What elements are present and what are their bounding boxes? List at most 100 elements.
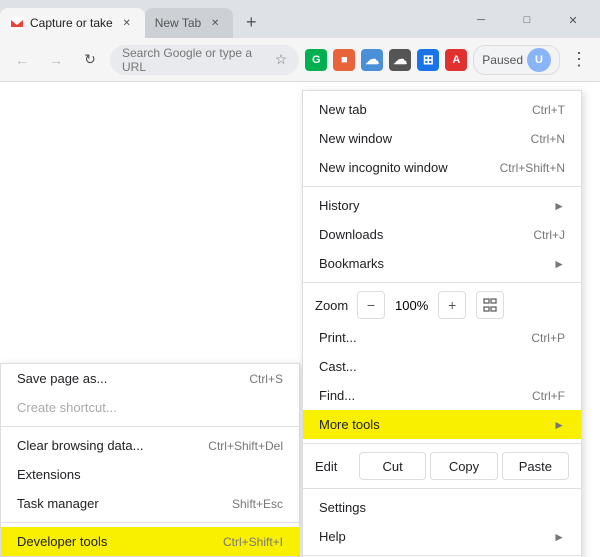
menu-cast[interactable]: Cast...	[303, 352, 581, 381]
help-label: Help	[319, 529, 346, 544]
menu-help[interactable]: Help ►	[303, 522, 581, 551]
zoom-in-button[interactable]: +	[438, 291, 466, 319]
new-incognito-shortcut: Ctrl+Shift+N	[500, 161, 565, 175]
zoom-row: Zoom − 100% +	[303, 287, 581, 323]
tab2-title: New Tab	[155, 16, 201, 30]
divider-r2	[303, 282, 581, 283]
tab-favicon-gmail	[10, 16, 24, 30]
task-manager-shortcut: Shift+Esc	[232, 497, 283, 511]
more-tools-arrow-icon: ►	[553, 418, 565, 432]
bookmarks-label: Bookmarks	[319, 256, 384, 271]
divider-r1	[303, 186, 581, 187]
cut-button[interactable]: Cut	[359, 452, 426, 480]
menu-clear-browsing[interactable]: Clear browsing data... Ctrl+Shift+Del	[1, 431, 299, 460]
extension-cloud[interactable]: ☁	[361, 49, 383, 71]
toolbar: ← → ↻ Search Google or type a URL ☆ G ■ …	[0, 38, 600, 82]
clear-browsing-shortcut: Ctrl+Shift+Del	[208, 439, 283, 453]
maximize-button[interactable]: □	[504, 6, 550, 34]
reload-button[interactable]: ↻	[76, 46, 104, 74]
menu-extensions[interactable]: Extensions	[1, 460, 299, 489]
zoom-value: 100%	[387, 298, 436, 313]
tab-bar: Capture or take ✕ New Tab ✕ + ─ □ ✕	[0, 0, 600, 38]
address-text: Search Google or type a URL	[122, 46, 269, 74]
menu-print[interactable]: Print... Ctrl+P	[303, 323, 581, 352]
new-window-shortcut: Ctrl+N	[531, 132, 565, 146]
right-dropdown-menu: New tab Ctrl+T New window Ctrl+N New inc…	[302, 90, 582, 557]
task-manager-label: Task manager	[17, 496, 99, 511]
copy-button[interactable]: Copy	[430, 452, 497, 480]
new-tab-shortcut: Ctrl+T	[532, 103, 565, 117]
find-label: Find...	[319, 388, 355, 403]
developer-tools-shortcut: Ctrl+Shift+I	[223, 535, 283, 549]
tab-capture[interactable]: Capture or take ✕	[0, 8, 145, 38]
downloads-label: Downloads	[319, 227, 383, 242]
zoom-fullscreen-button[interactable]	[476, 291, 504, 319]
settings-label: Settings	[319, 500, 366, 515]
new-tab-button[interactable]: +	[237, 8, 265, 36]
print-label: Print...	[319, 330, 357, 345]
extension-cloud2[interactable]: ☁	[389, 49, 411, 71]
divider2	[1, 522, 299, 523]
tab2-close[interactable]: ✕	[207, 15, 223, 31]
left-context-menu: Save page as... Ctrl+S Create shortcut..…	[0, 363, 300, 557]
menu-new-incognito[interactable]: New incognito window Ctrl+Shift+N	[303, 153, 581, 182]
new-window-label: New window	[319, 131, 392, 146]
menu-new-tab[interactable]: New tab Ctrl+T	[303, 95, 581, 124]
extension-grammarly[interactable]: G	[305, 49, 327, 71]
menu-settings[interactable]: Settings	[303, 493, 581, 522]
menu-task-manager[interactable]: Task manager Shift+Esc	[1, 489, 299, 518]
tab1-title: Capture or take	[30, 16, 113, 30]
window-controls: ─ □ ✕	[458, 6, 600, 34]
zoom-label: Zoom	[315, 298, 355, 313]
paste-button[interactable]: Paste	[502, 452, 569, 480]
extension-acrobat[interactable]: A	[445, 49, 467, 71]
find-shortcut: Ctrl+F	[532, 389, 565, 403]
tab-newtab[interactable]: New Tab ✕	[145, 8, 233, 38]
menu-find[interactable]: Find... Ctrl+F	[303, 381, 581, 410]
edit-row: Edit Cut Copy Paste	[303, 448, 581, 484]
minimize-button[interactable]: ─	[458, 6, 504, 34]
downloads-shortcut: Ctrl+J	[533, 228, 565, 242]
clear-browsing-label: Clear browsing data...	[17, 438, 143, 453]
menu-history[interactable]: History ►	[303, 191, 581, 220]
extension-bookmark[interactable]: ⊞	[417, 49, 439, 71]
divider-r3	[303, 443, 581, 444]
content-area: Save page as... Ctrl+S Create shortcut..…	[0, 82, 600, 557]
close-button[interactable]: ✕	[550, 6, 596, 34]
divider1	[1, 426, 299, 427]
extension-reeder[interactable]: ■	[333, 49, 355, 71]
paused-label: Paused	[482, 53, 523, 67]
edit-label: Edit	[315, 459, 355, 474]
menu-downloads[interactable]: Downloads Ctrl+J	[303, 220, 581, 249]
browser-frame: Capture or take ✕ New Tab ✕ + ─ □ ✕ ← → …	[0, 0, 600, 557]
menu-save-page[interactable]: Save page as... Ctrl+S	[1, 364, 299, 393]
menu-button[interactable]: ⋮	[566, 45, 592, 74]
divider-r4	[303, 488, 581, 489]
print-shortcut: Ctrl+P	[531, 331, 565, 345]
menu-create-shortcut[interactable]: Create shortcut...	[1, 393, 299, 422]
zoom-out-button[interactable]: −	[357, 291, 385, 319]
more-tools-label: More tools	[319, 417, 380, 432]
menu-new-window[interactable]: New window Ctrl+N	[303, 124, 581, 153]
bookmark-star-icon[interactable]: ☆	[275, 51, 288, 68]
history-arrow-icon: ►	[553, 199, 565, 213]
extensions-label: Extensions	[17, 467, 81, 482]
menu-more-tools[interactable]: More tools ►	[303, 410, 581, 439]
new-tab-label: New tab	[319, 102, 367, 117]
back-button[interactable]: ←	[8, 46, 36, 74]
address-bar[interactable]: Search Google or type a URL ☆	[110, 45, 299, 75]
forward-button[interactable]: →	[42, 46, 70, 74]
create-shortcut-label: Create shortcut...	[17, 400, 117, 415]
save-page-shortcut: Ctrl+S	[249, 372, 283, 386]
menu-developer-tools[interactable]: Developer tools Ctrl+Shift+I	[1, 527, 299, 556]
bookmarks-arrow-icon: ►	[553, 257, 565, 271]
save-page-label: Save page as...	[17, 371, 107, 386]
user-avatar[interactable]: U	[527, 48, 551, 72]
history-label: History	[319, 198, 359, 213]
tab1-close[interactable]: ✕	[119, 15, 135, 31]
menu-bookmarks[interactable]: Bookmarks ►	[303, 249, 581, 278]
cast-label: Cast...	[319, 359, 357, 374]
help-arrow-icon: ►	[553, 530, 565, 544]
paused-badge: Paused U	[473, 45, 560, 75]
divider-r5	[303, 555, 581, 556]
